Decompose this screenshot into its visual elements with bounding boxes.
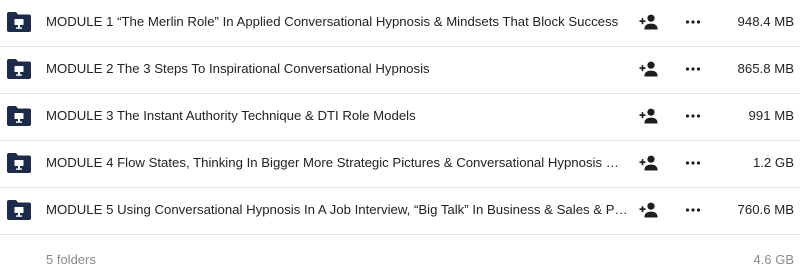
total-size: 4.6 GB: [753, 252, 794, 267]
folder-name[interactable]: MODULE 5 Using Conversational Hypnosis I…: [46, 201, 628, 219]
folder-row[interactable]: MODULE 2 The 3 Steps To Inspirational Co…: [0, 47, 800, 94]
more-horizontal-icon[interactable]: [684, 107, 702, 125]
add-person-icon[interactable]: [639, 60, 659, 78]
shared-folder-icon: [6, 10, 32, 34]
shared-folder-icon: [6, 57, 32, 81]
folder-name[interactable]: MODULE 3 The Instant Authority Technique…: [46, 107, 628, 125]
folder-size: 991 MB: [748, 108, 794, 123]
folder-row[interactable]: MODULE 3 The Instant Authority Technique…: [0, 94, 800, 141]
list-footer: 5 folders 4.6 GB: [0, 235, 800, 279]
more-horizontal-icon[interactable]: [684, 60, 702, 78]
folder-size: 760.6 MB: [737, 202, 794, 217]
more-horizontal-icon[interactable]: [684, 154, 702, 172]
shared-folder-icon: [6, 151, 32, 175]
add-person-icon[interactable]: [639, 13, 659, 31]
shared-folder-icon: [6, 104, 32, 128]
folder-row[interactable]: MODULE 1 “The Merlin Role” In Applied Co…: [0, 0, 800, 47]
folder-list: MODULE 1 “The Merlin Role” In Applied Co…: [0, 0, 800, 279]
folder-size: 865.8 MB: [737, 61, 794, 76]
folder-name[interactable]: MODULE 4 Flow States, Thinking In Bigger…: [46, 154, 628, 172]
folder-row[interactable]: MODULE 4 Flow States, Thinking In Bigger…: [0, 141, 800, 188]
add-person-icon[interactable]: [639, 201, 659, 219]
add-person-icon[interactable]: [639, 107, 659, 125]
folder-count: 5 folders: [46, 252, 96, 267]
folder-size: 1.2 GB: [752, 155, 794, 170]
shared-folder-icon: [6, 198, 32, 222]
folder-row[interactable]: MODULE 5 Using Conversational Hypnosis I…: [0, 188, 800, 235]
folder-size: 948.4 MB: [737, 14, 794, 29]
add-person-icon[interactable]: [639, 154, 659, 172]
more-horizontal-icon[interactable]: [684, 13, 702, 31]
more-horizontal-icon[interactable]: [684, 201, 702, 219]
folder-name[interactable]: MODULE 2 The 3 Steps To Inspirational Co…: [46, 60, 628, 78]
folder-name[interactable]: MODULE 1 “The Merlin Role” In Applied Co…: [46, 13, 628, 31]
